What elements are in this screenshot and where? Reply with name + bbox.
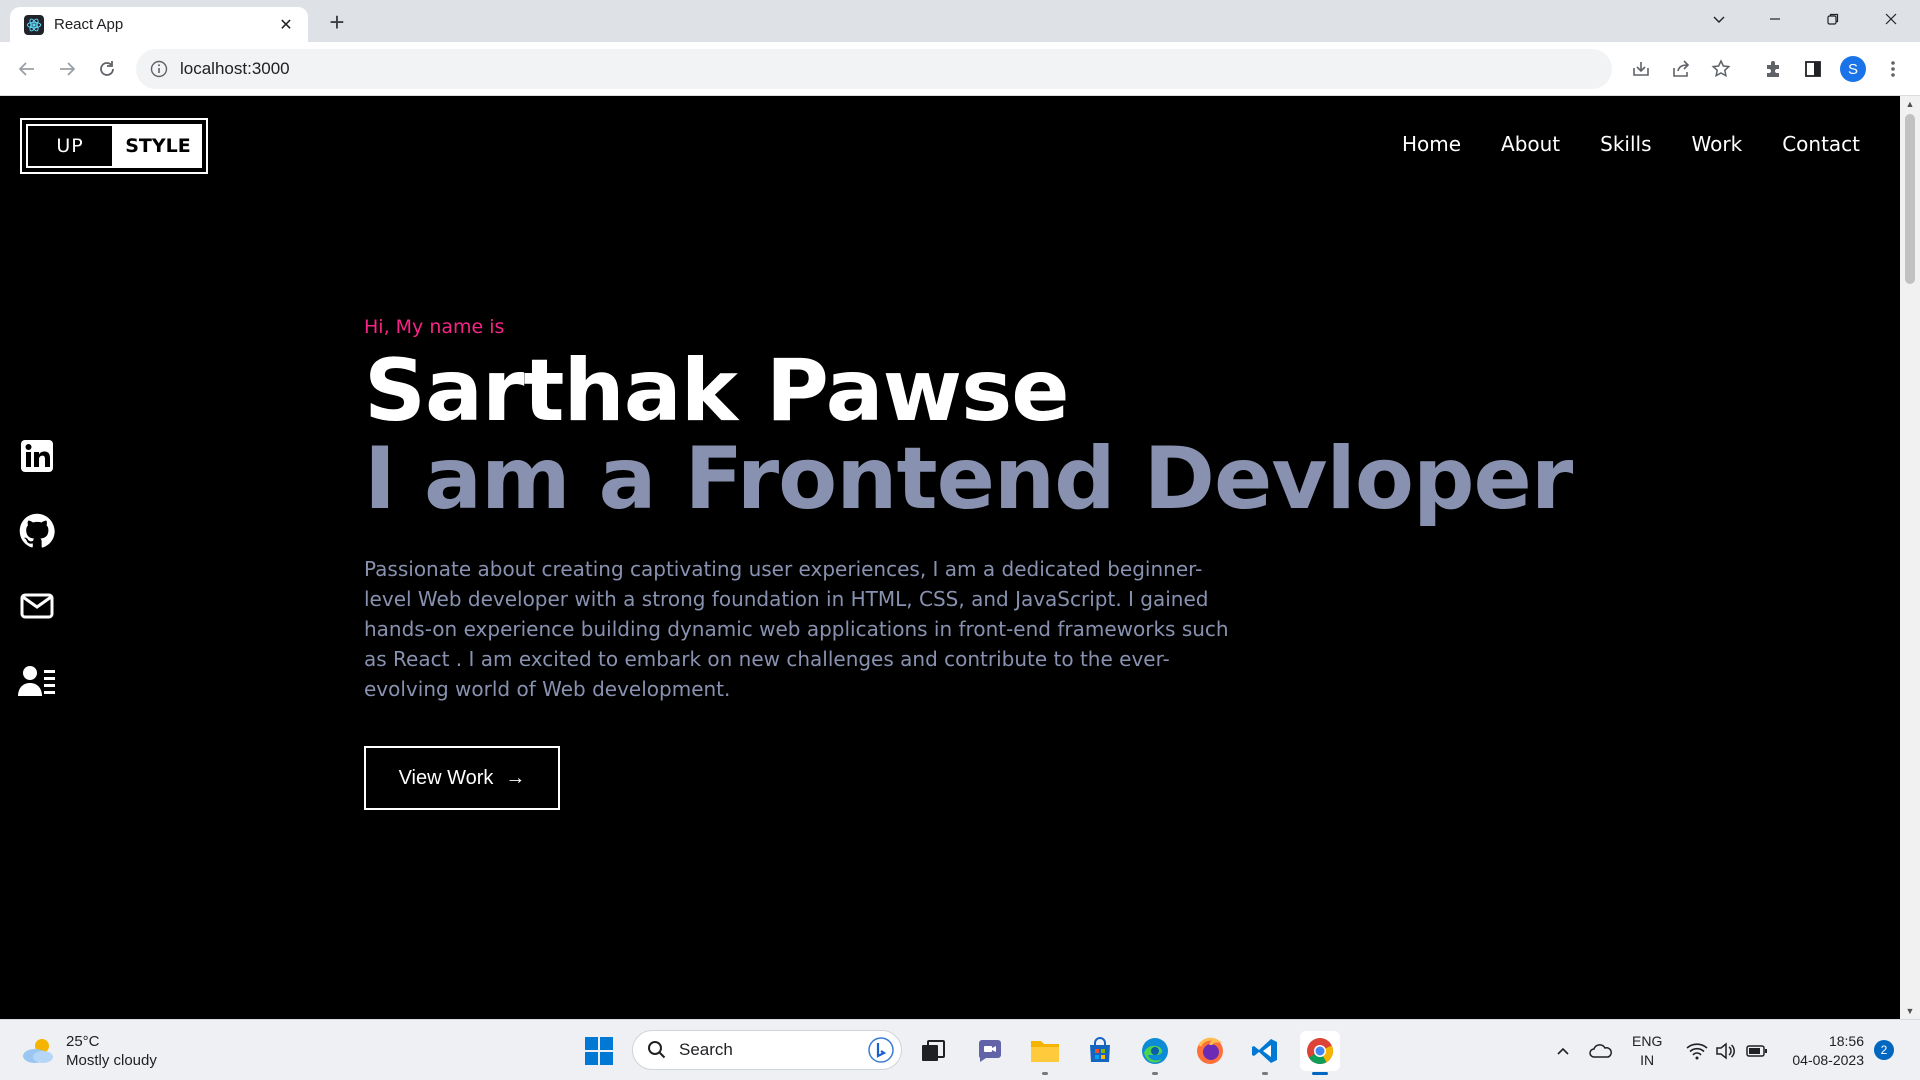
close-window-icon[interactable]	[1868, 0, 1914, 38]
ms-store-icon[interactable]	[1080, 1031, 1120, 1071]
cloudy-sun-icon	[23, 1039, 53, 1063]
browser-tabstrip: React App ✕ +	[0, 0, 1920, 42]
taskbar: 25°C Mostly cloudy Search ENG IN 18:56 0…	[0, 1019, 1920, 1080]
running-indicator	[1262, 1072, 1268, 1075]
logo[interactable]: UP STYLE	[20, 118, 208, 174]
bookmark-star-icon[interactable]	[1706, 54, 1736, 84]
taskbar-search-placeholder: Search	[679, 1040, 733, 1059]
language-indicator[interactable]: ENG IN	[1632, 1032, 1662, 1070]
task-view-icon[interactable]	[913, 1031, 953, 1071]
address-bar[interactable]: localhost:3000	[136, 49, 1612, 89]
clock-date: 04-08-2023	[1792, 1052, 1864, 1068]
install-app-icon[interactable]	[1626, 54, 1656, 84]
profile-initial: S	[1840, 56, 1866, 82]
logo-style-text: STYLE	[114, 124, 202, 168]
weather-widget[interactable]: 25°C Mostly cloudy	[20, 1032, 157, 1070]
file-explorer-icon[interactable]	[1025, 1031, 1065, 1075]
restore-icon[interactable]	[1810, 0, 1856, 38]
browser-toolbar: localhost:3000 S	[0, 42, 1920, 96]
hero-name: Sarthak Pawse	[364, 341, 1070, 441]
hero-role: I am a Frontend Devloper	[364, 429, 1573, 529]
close-tab-icon[interactable]: ✕	[276, 15, 296, 35]
firefox-icon[interactable]	[1190, 1031, 1230, 1071]
contact-card-icon[interactable]	[17, 661, 57, 701]
tab-search-icon[interactable]	[1696, 0, 1742, 38]
scroll-down-icon[interactable]: ▼	[1900, 1003, 1920, 1019]
volume-icon[interactable]	[1712, 1038, 1738, 1064]
tab-title: React App	[54, 16, 124, 33]
language-region: IN	[1640, 1052, 1655, 1068]
teams-chat-icon[interactable]	[970, 1031, 1010, 1071]
forward-arrow-icon[interactable]	[51, 53, 83, 85]
new-tab-button[interactable]: +	[322, 8, 352, 38]
nav-skills[interactable]: Skills	[1600, 132, 1651, 156]
react-icon	[24, 14, 44, 35]
browser-tab[interactable]: React App ✕	[10, 7, 308, 42]
search-icon	[648, 1041, 666, 1059]
reload-icon[interactable]	[91, 53, 123, 85]
scroll-up-icon[interactable]: ▲	[1900, 96, 1920, 112]
chevron-up-icon[interactable]	[1550, 1038, 1576, 1064]
nav-home[interactable]: Home	[1402, 132, 1461, 156]
profile-avatar[interactable]: S	[1838, 54, 1868, 84]
notification-badge[interactable]: 2	[1874, 1040, 1894, 1060]
page-scrollbar[interactable]: ▲ ▼	[1900, 96, 1920, 1019]
windows-start-icon[interactable]	[584, 1036, 614, 1066]
edge-icon[interactable]	[1135, 1031, 1175, 1075]
running-indicator	[1152, 1072, 1158, 1075]
mail-icon[interactable]	[17, 586, 57, 626]
github-icon[interactable]	[17, 511, 57, 551]
extensions-icon[interactable]	[1758, 54, 1788, 84]
arrow-right-icon: →	[505, 766, 526, 789]
view-work-label: View Work	[398, 766, 494, 789]
nav-about[interactable]: About	[1501, 132, 1560, 156]
url-text: localhost:3000	[180, 59, 290, 78]
battery-icon[interactable]	[1744, 1038, 1770, 1064]
site-info-icon[interactable]	[150, 60, 168, 78]
side-panel-icon[interactable]	[1798, 54, 1828, 84]
vscode-icon[interactable]	[1245, 1031, 1285, 1075]
clock-time: 18:56	[1828, 1033, 1864, 1049]
system-clock[interactable]: 18:56 04-08-2023	[1784, 1032, 1864, 1070]
logo-up-text: UP	[26, 124, 114, 168]
main-nav: Home About Skills Work Contact	[1402, 132, 1860, 156]
chrome-icon[interactable]	[1300, 1031, 1340, 1075]
hero-greeting: Hi, My name is	[364, 316, 505, 338]
view-work-button[interactable]: View Work →	[364, 746, 560, 810]
menu-kebab-icon[interactable]	[1878, 54, 1908, 84]
nav-contact[interactable]: Contact	[1782, 132, 1860, 156]
hero-description: Passionate about creating captivating us…	[364, 557, 1229, 701]
weather-condition: Mostly cloudy	[66, 1052, 157, 1069]
bing-icon[interactable]	[867, 1036, 895, 1064]
language-code: ENG	[1632, 1033, 1663, 1049]
onedrive-icon[interactable]	[1588, 1038, 1614, 1064]
active-indicator	[1312, 1072, 1328, 1075]
minimize-icon[interactable]	[1752, 0, 1798, 38]
share-icon[interactable]	[1666, 54, 1696, 84]
nav-work[interactable]: Work	[1692, 132, 1743, 156]
wifi-icon[interactable]	[1684, 1038, 1710, 1064]
page-viewport: UP STYLE Home About Skills Work Contact …	[0, 96, 1900, 1019]
linkedin-icon[interactable]	[17, 436, 57, 476]
scroll-thumb[interactable]	[1905, 114, 1915, 284]
back-arrow-icon[interactable]	[11, 53, 43, 85]
running-indicator	[1042, 1072, 1048, 1075]
taskbar-search[interactable]: Search	[632, 1030, 902, 1070]
weather-temp: 25°C	[66, 1033, 100, 1050]
hero-section: Hi, My name is Sarthak Pawse I am a Fron…	[364, 316, 1664, 810]
